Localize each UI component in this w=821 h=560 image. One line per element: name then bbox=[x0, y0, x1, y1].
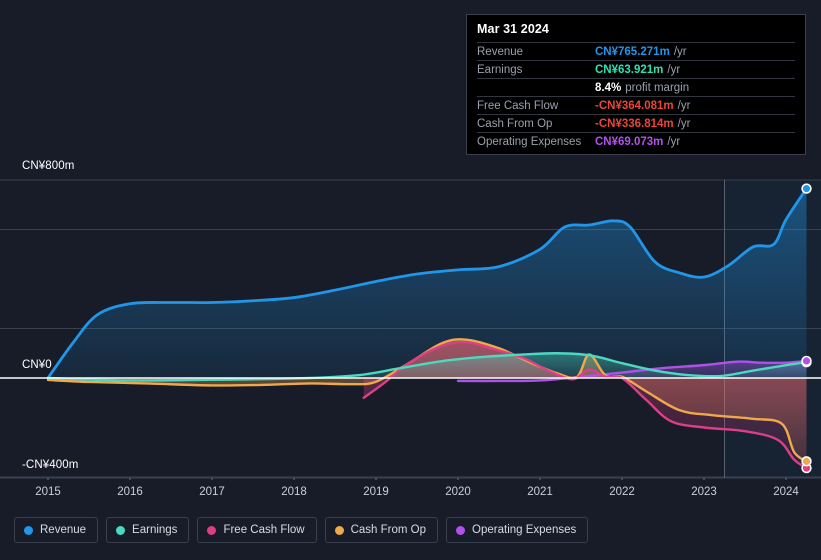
y-axis-label-zero: CN¥0 bbox=[22, 359, 52, 371]
tooltip-row-suffix: /yr bbox=[673, 45, 687, 58]
legend-item-cash-from-op[interactable]: Cash From Op bbox=[324, 517, 439, 543]
tooltip-row-suffix: /yr bbox=[667, 135, 681, 148]
legend-item-label: Operating Expenses bbox=[472, 524, 577, 536]
x-axis-tick-2017: 2017 bbox=[199, 486, 225, 498]
x-axis-tick-2019: 2019 bbox=[363, 486, 389, 498]
tooltip-rows: Revenue CN¥765.271m/yr Earnings CN¥63.921m /… bbox=[477, 42, 795, 150]
legend-item-label: Earnings bbox=[132, 524, 178, 536]
x-axis-tick-2020: 2020 bbox=[445, 486, 471, 498]
tooltip-row: Free Cash Flow -CN¥364.081m/yr bbox=[477, 96, 795, 114]
legend-color-dot-icon bbox=[116, 525, 126, 535]
legend-item-earnings[interactable]: Earnings bbox=[106, 517, 190, 543]
tooltip-row-suffix: profit margin bbox=[625, 81, 690, 94]
legend-item-free-cash-flow[interactable]: Free Cash Flow bbox=[197, 517, 317, 543]
financial-chart-panel: CN¥800m CN¥0 -CN¥400m 2015 2016 2017 2018 20… bbox=[0, 0, 821, 560]
tooltip-row-value: 8.4% bbox=[595, 81, 622, 94]
x-axis-tick-2023: 2023 bbox=[691, 486, 717, 498]
tooltip-date: Mar 31 2024 bbox=[477, 22, 549, 36]
x-axis-tick-2021: 2021 bbox=[527, 486, 553, 498]
tooltip-row-label: Cash From Op bbox=[477, 117, 553, 130]
x-axis: 2015 2016 2017 2018 2019 2020 2021 2022 2023 2024 bbox=[0, 482, 821, 504]
x-axis-tick-2018: 2018 bbox=[281, 486, 307, 498]
legend-item-operating-expenses[interactable]: Operating Expenses bbox=[446, 517, 589, 543]
tooltip-row-value: CN¥63.921m bbox=[595, 63, 664, 76]
tooltip-row-suffix: /yr bbox=[667, 63, 681, 76]
tooltip-row-value: CN¥69.073m bbox=[595, 135, 664, 148]
tooltip-row-label: Revenue bbox=[477, 45, 524, 58]
tooltip-row-value: -CN¥364.081m bbox=[595, 99, 674, 112]
tooltip-row-suffix: /yr bbox=[677, 117, 691, 130]
x-axis-tick-2024: 2024 bbox=[773, 486, 799, 498]
tooltip-row-label: Operating Expenses bbox=[477, 135, 582, 148]
legend-color-dot-icon bbox=[207, 525, 217, 535]
legend-color-dot-icon bbox=[456, 525, 466, 535]
tooltip-row-label: Free Cash Flow bbox=[477, 99, 559, 112]
chart-tooltip: Mar 31 2024 Revenue CN¥765.271m/yr Earning… bbox=[466, 14, 806, 155]
legend-item-label: Free Cash Flow bbox=[223, 524, 305, 536]
x-axis-tick-2016: 2016 bbox=[117, 486, 143, 498]
tooltip-row: Cash From Op -CN¥336.814m/yr bbox=[477, 114, 795, 132]
tooltip-row-label: Earnings bbox=[477, 63, 523, 76]
tooltip-row-suffix: /yr bbox=[677, 99, 691, 112]
legend-item-label: Revenue bbox=[40, 524, 87, 536]
y-axis-label-top: CN¥800m bbox=[22, 160, 75, 172]
y-axis-label-bottom: -CN¥400m bbox=[22, 459, 79, 471]
tooltip-row-value: CN¥765.271m bbox=[595, 45, 670, 58]
legend-color-dot-icon bbox=[334, 525, 344, 535]
legend-color-dot-icon bbox=[24, 525, 33, 535]
x-axis-tick-2022: 2022 bbox=[609, 486, 635, 498]
tooltip-row: 8.4% profit margin bbox=[477, 78, 795, 96]
tooltip-row-value: -CN¥336.814m bbox=[595, 117, 674, 130]
tooltip-row: Revenue CN¥765.271m/yr bbox=[477, 42, 795, 60]
tooltip-row: Operating Expenses CN¥69.073m/yr bbox=[477, 132, 795, 150]
chart-legend[interactable]: Revenue Earnings Free Cash Flow Cash From O… bbox=[14, 517, 589, 543]
x-axis-tick-2015: 2015 bbox=[35, 486, 61, 498]
legend-item-label: Cash From Op bbox=[350, 524, 427, 536]
legend-item-revenue[interactable]: Revenue bbox=[14, 517, 99, 543]
tooltip-row: Earnings CN¥63.921m/yr bbox=[477, 60, 795, 78]
